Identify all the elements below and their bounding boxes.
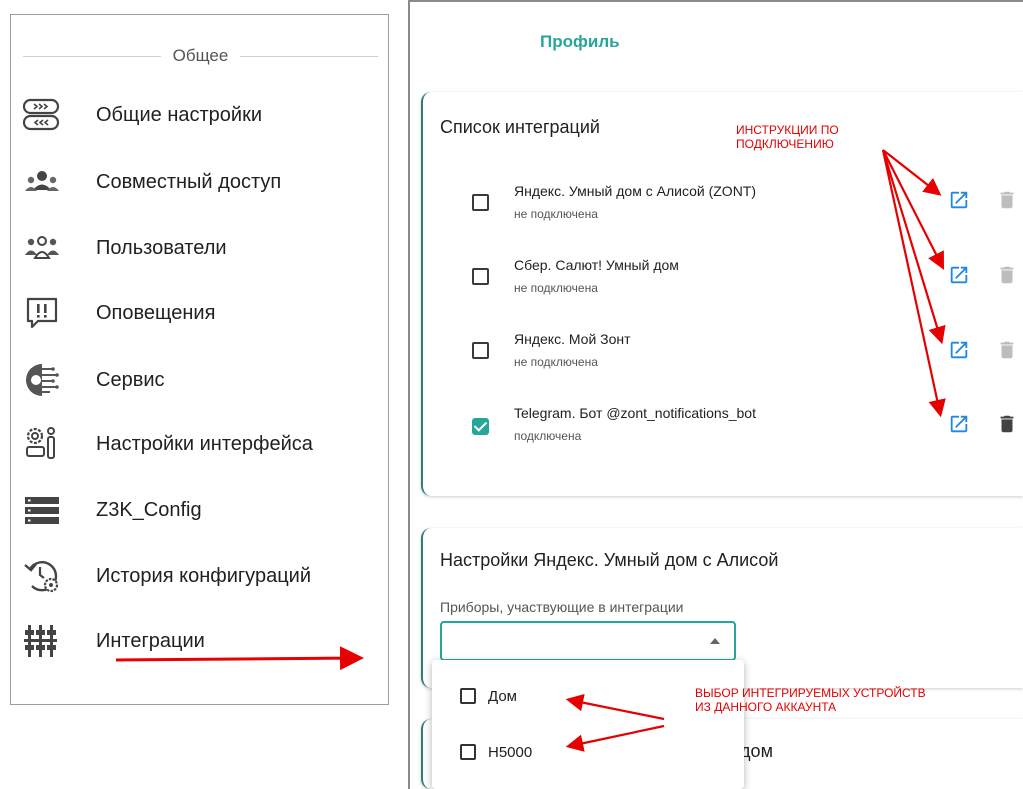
menu-item-general-settings[interactable]: Общие настройки	[22, 89, 372, 141]
devices-dropdown-menu: Дом H5000	[432, 660, 744, 789]
integration-name: Telegram. Бот @zont_notifications_bot	[514, 405, 756, 421]
option-checkbox[interactable]	[460, 744, 476, 760]
menu-item-label: Совместный доступ	[96, 170, 282, 193]
menu-item-label: Сервис	[96, 368, 165, 391]
option-checkbox[interactable]	[460, 688, 476, 704]
menu-item-config-history[interactable]: История конфигураций	[22, 550, 372, 602]
integration-name: Яндекс. Мой Зонт	[514, 331, 631, 347]
integration-status: не подключена	[514, 281, 598, 295]
open-in-new-icon[interactable]	[948, 413, 970, 435]
interface-settings-icon	[22, 424, 76, 464]
menu-item-label: История конфигураций	[96, 564, 311, 587]
server-icon	[22, 490, 76, 530]
menu-item-z3k-config[interactable]: Z3K_Config	[22, 484, 372, 536]
annotation-line: ИНСТРУКЦИИ ПО	[736, 123, 839, 137]
toggles-icon	[22, 95, 76, 135]
list-item: Telegram. Бот @zont_notifications_bot по…	[423, 404, 1023, 454]
integration-checkbox[interactable]	[472, 342, 489, 359]
annotation-line: ВЫБОР ИНТЕГРИРУЕМЫХ УСТРОЙСТВ	[695, 686, 926, 700]
integration-checkbox[interactable]	[472, 418, 489, 435]
list-item: Яндекс. Умный дом с Алисой (ZONT) не под…	[423, 182, 1023, 232]
menu-item-label: Настройки интерфейса	[96, 432, 313, 455]
users-icon	[22, 228, 76, 268]
shared-access-icon	[22, 162, 76, 202]
option-label: Дом	[488, 687, 517, 705]
devices-field-label: Приборы, участвующие в интеграции	[440, 599, 684, 615]
integration-name: Сбер. Салют! Умный дом	[514, 257, 679, 273]
integration-status: не подключена	[514, 355, 598, 369]
integrations-card-title: Список интеграций	[440, 117, 600, 137]
delete-icon	[996, 189, 1018, 211]
list-item: Сбер. Салют! Умный дом не подключена	[423, 256, 1023, 306]
integration-status: подключена	[514, 429, 582, 443]
integration-name: Яндекс. Умный дом с Алисой (ZONT)	[514, 183, 757, 199]
section-title: Общее	[172, 46, 229, 65]
integration-checkbox[interactable]	[472, 268, 489, 285]
settings-card-title: Настройки Яндекс. Умный дом с Алисой	[440, 550, 779, 570]
integration-checkbox[interactable]	[472, 194, 489, 211]
caret-up-icon	[710, 638, 720, 644]
delete-icon	[996, 264, 1018, 286]
menu-item-integrations[interactable]: Интеграции	[22, 615, 372, 667]
alerts-icon	[22, 293, 76, 333]
menu-item-label: Интеграции	[96, 629, 205, 652]
menu-item-label: Общие настройки	[96, 103, 262, 126]
tab-profile[interactable]: Профиль	[540, 32, 620, 52]
dropdown-option-dom[interactable]: Дом	[460, 681, 517, 711]
menu-item-alerts[interactable]: Оповещения	[22, 287, 372, 339]
menu-item-label: Z3K_Config	[96, 498, 202, 521]
section-header: Общее	[23, 45, 379, 67]
menu-item-label: Пользователи	[96, 236, 227, 259]
menu-item-service[interactable]: Сервис	[22, 354, 372, 406]
menu-item-label: Оповещения	[96, 301, 216, 324]
annotation-instructions: ИНСТРУКЦИИ ПО ПОДКЛЮЧЕНИЮ	[736, 123, 839, 151]
devices-select[interactable]	[440, 621, 736, 661]
annotation-line: ИЗ ДАННОГО АККАУНТА	[695, 700, 837, 714]
delete-icon[interactable]	[996, 413, 1018, 435]
open-in-new-icon[interactable]	[948, 189, 970, 211]
integration-status: не подключена	[514, 207, 598, 221]
divider	[23, 55, 161, 57]
option-label: H5000	[488, 743, 533, 761]
menu-item-users[interactable]: Пользователи	[22, 222, 372, 274]
annotation-line: ПОДКЛЮЧЕНИЮ	[736, 137, 834, 151]
open-in-new-icon[interactable]	[948, 339, 970, 361]
annotation-devices: ВЫБОР ИНТЕГРИРУЕМЫХ УСТРОЙСТВ ИЗ ДАННОГО…	[695, 686, 926, 714]
menu-item-interface-settings[interactable]: Настройки интерфейса	[22, 418, 372, 470]
history-icon	[22, 556, 76, 596]
service-icon	[22, 360, 76, 400]
menu-item-shared-access[interactable]: Совместный доступ	[22, 156, 372, 208]
delete-icon	[996, 339, 1018, 361]
dropdown-option-h5000[interactable]: H5000	[460, 737, 532, 767]
list-item: Яндекс. Мой Зонт не подключена	[423, 330, 1023, 380]
divider	[240, 55, 379, 57]
open-in-new-icon[interactable]	[948, 264, 970, 286]
integrations-card: Список интеграций Яндекс. Умный дом с Ал…	[421, 92, 1023, 496]
integrations-icon	[22, 621, 76, 661]
